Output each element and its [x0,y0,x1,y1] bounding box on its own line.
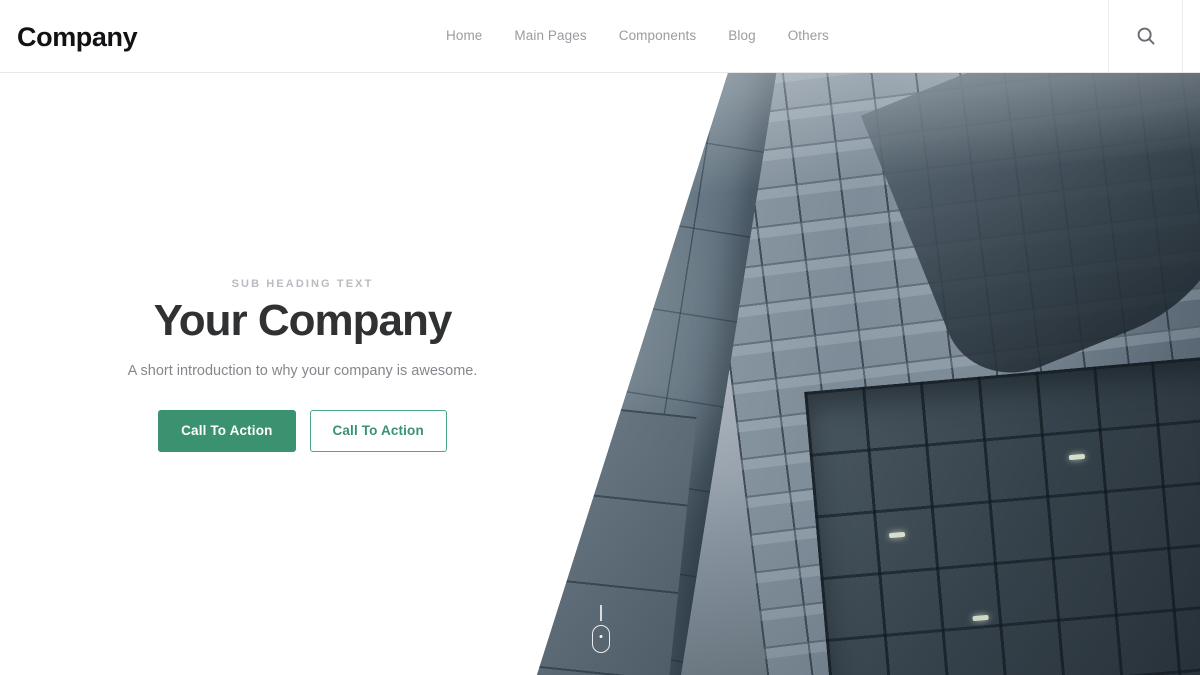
secondary-cta-button[interactable]: Call To Action [309,410,447,452]
hero-cta-row: Call To Action Call To Action [158,410,447,452]
hero-section: SUB HEADING TEXT Your Company A short in… [0,73,1200,675]
hero-subheading: SUB HEADING TEXT [231,278,374,291]
primary-cta-button[interactable]: Call To Action [158,410,296,452]
hero-headline: Your Company [153,296,453,346]
nav-item-home[interactable]: Home [430,0,498,72]
site-header: Company Home Main Pages Components Blog … [0,0,1200,73]
main-navigation: Home Main Pages Components Blog Others [430,0,845,72]
nav-item-others[interactable]: Others [772,0,845,72]
nav-item-main-pages[interactable]: Main Pages [498,0,602,72]
nav-item-components[interactable]: Components [603,0,713,72]
brand-logo[interactable]: Company [17,18,138,56]
search-icon [1135,25,1157,47]
search-button[interactable] [1108,0,1183,72]
hero-subtext: A short introduction to why your company… [127,362,478,379]
hero-copy: SUB HEADING TEXT Your Company A short in… [0,73,605,675]
nav-item-blog[interactable]: Blog [712,0,771,72]
page-root: Company Home Main Pages Components Blog … [0,0,1200,675]
